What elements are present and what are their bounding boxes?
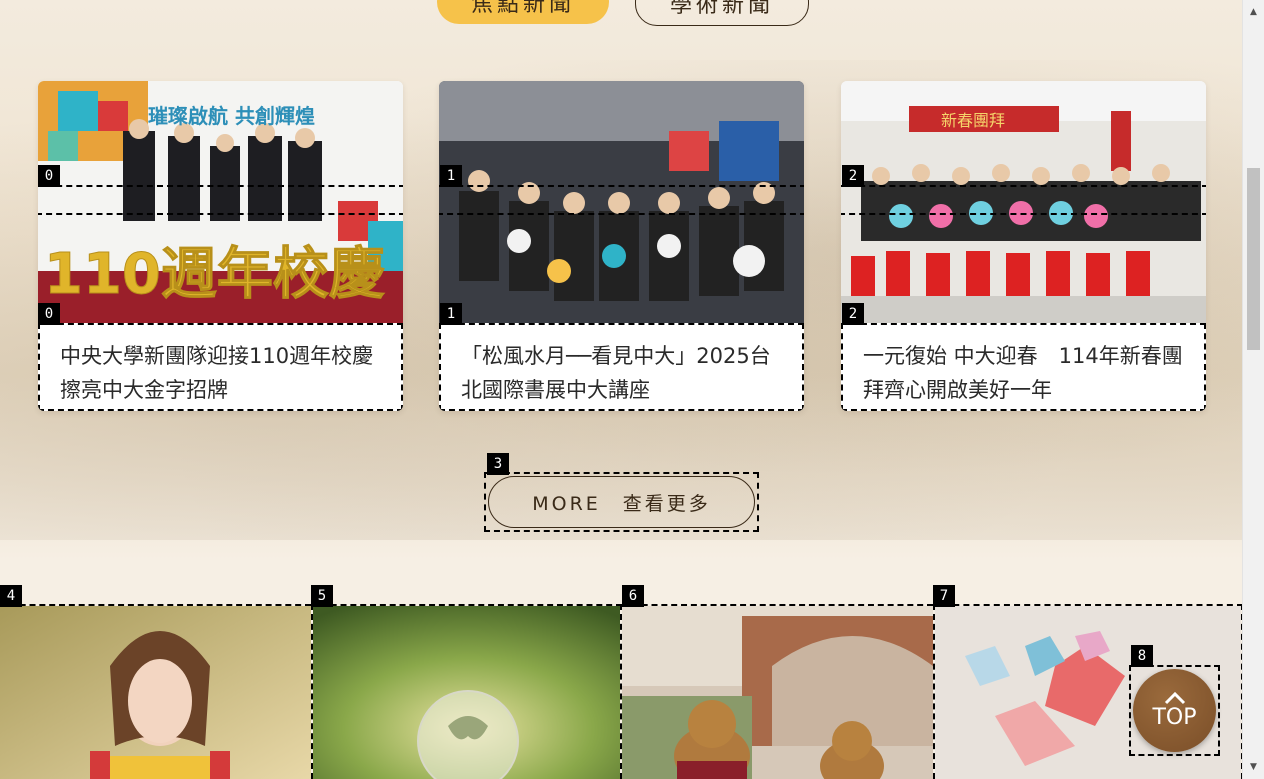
feature-tile-campus[interactable]	[622, 604, 933, 779]
chevron-up-icon	[1164, 691, 1185, 705]
index-tag: 2	[842, 303, 864, 325]
highlight-band	[841, 185, 1206, 215]
feature-tile-innovation[interactable]	[311, 604, 622, 779]
index-tag: 5	[311, 585, 333, 607]
feature-tile-student[interactable]	[0, 604, 311, 779]
news-title[interactable]: 中央大學新團隊迎接110週年校慶 擦亮中大金字招牌	[38, 323, 403, 411]
scrollbar-thumb[interactable]	[1247, 168, 1260, 350]
tab-featured-news[interactable]: 焦點新聞	[437, 0, 609, 24]
tab-academic-news[interactable]: 學術新聞	[635, 0, 809, 26]
index-tag: 2	[842, 165, 864, 187]
top-button-outline: TOP	[1129, 665, 1220, 756]
news-title[interactable]: 一元復始 中大迎春 114年新春團拜齊心開啟美好一年	[841, 323, 1206, 411]
news-card[interactable]: 璀璨啟航 共創輝煌 110週年校慶 中央大學新團隊迎接110週年校慶 擦亮中大金…	[38, 81, 403, 411]
back-to-top-button[interactable]: TOP	[1133, 669, 1216, 752]
index-tag: 1	[440, 165, 462, 187]
top-button-label: TOP	[1152, 705, 1197, 730]
news-title[interactable]: 「松風水月──看見中大」2025台北國際書展中大講座	[439, 323, 804, 411]
index-tag: 4	[0, 585, 22, 607]
news-card[interactable]: 新春團拜 一元復始 中大迎春 114年新春團拜齊心開啟美好一年	[841, 81, 1206, 411]
vertical-scrollbar[interactable]: ▲ ▼	[1242, 0, 1264, 779]
index-tag: 6	[622, 585, 644, 607]
index-tag: 0	[38, 303, 60, 325]
scroll-up-arrow-icon[interactable]: ▲	[1243, 2, 1264, 22]
news-tabs: 焦點新聞 學術新聞	[437, 0, 809, 26]
index-tag: 8	[1131, 645, 1153, 667]
index-tag: 0	[38, 165, 60, 187]
photo-banner-text: 新春團拜	[941, 111, 1005, 130]
scroll-down-arrow-icon[interactable]: ▼	[1243, 757, 1264, 777]
index-tag: 1	[440, 303, 462, 325]
more-button[interactable]: MORE 查看更多	[488, 476, 755, 528]
index-tag: 7	[933, 585, 955, 607]
more-button-outline: MORE 查看更多	[484, 472, 759, 532]
news-card[interactable]: 「松風水月──看見中大」2025台北國際書展中大講座	[439, 81, 804, 411]
highlight-band	[439, 185, 804, 215]
photo-banner-text: 璀璨啟航 共創輝煌	[148, 104, 315, 128]
index-tag: 3	[487, 453, 509, 475]
photo-anniversary-text: 110週年校慶	[44, 242, 385, 307]
highlight-band	[38, 185, 403, 215]
